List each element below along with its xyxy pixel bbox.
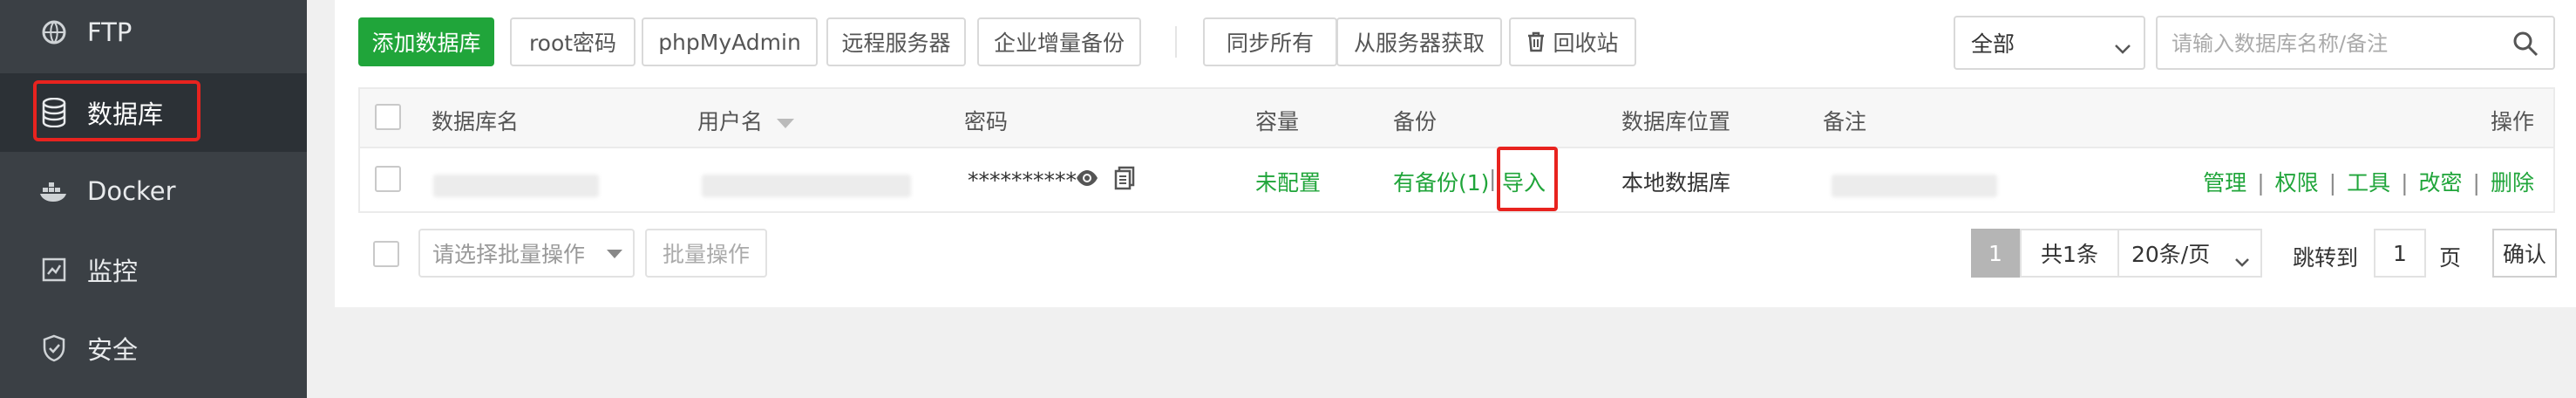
- table-row: ********** 未配置 有备份(1) | 导入 本地数据库 管理 | 权限 | 工…: [360, 148, 2553, 211]
- change-password-link[interactable]: 改密: [2419, 170, 2463, 196]
- page-current[interactable]: 1: [1971, 229, 2020, 278]
- highlight-box: [1497, 147, 1558, 211]
- search-input[interactable]: [2170, 26, 2505, 61]
- trash-icon: [1526, 31, 1546, 52]
- chevron-down-icon: [2234, 248, 2250, 273]
- backup-separator: |: [1489, 166, 1497, 191]
- sidebar-item-security[interactable]: 安全: [0, 309, 307, 388]
- incremental-backup-button[interactable]: 企业增量备份: [977, 17, 1141, 66]
- ftp-icon: [38, 17, 70, 48]
- header-password: 密码: [964, 109, 1009, 134]
- shield-icon: [38, 333, 70, 364]
- delete-link[interactable]: 删除: [2491, 170, 2534, 196]
- row-checkbox[interactable]: [375, 166, 401, 192]
- sidebar-item-label: FTP: [87, 17, 133, 47]
- caret-down-icon: [607, 250, 622, 258]
- jump-page-input[interactable]: 1: [2374, 229, 2426, 278]
- filter-select-value: 全部: [1971, 31, 2015, 57]
- permission-link[interactable]: 权限: [2275, 170, 2319, 196]
- row-actions: 管理 | 权限 | 工具 | 改密 | 删除: [2203, 166, 2534, 197]
- docker-icon: [38, 175, 70, 207]
- search-icon[interactable]: [2511, 30, 2539, 58]
- redacted-note: [1832, 175, 1997, 197]
- sidebar-item-label: 安全: [87, 335, 139, 365]
- recycle-bin-button[interactable]: 回收站: [1509, 17, 1636, 66]
- password-mask: **********: [968, 168, 1077, 193]
- sidebar-item-label: 监控: [87, 257, 139, 286]
- toolbar-divider: [1175, 26, 1177, 58]
- sidebar-item-monitor[interactable]: 监控: [0, 230, 307, 309]
- header-backup: 备份: [1393, 109, 1438, 134]
- chevron-down-icon: [2114, 35, 2131, 60]
- header-location: 数据库位置: [1621, 109, 1731, 134]
- header-capacity: 容量: [1255, 109, 1300, 134]
- header-note: 备注: [1823, 109, 1867, 134]
- page-unit-label: 页: [2439, 245, 2462, 271]
- add-database-button[interactable]: 添加数据库: [358, 17, 494, 66]
- sidebar: FTP 数据库 Docker 监控 安全: [0, 0, 307, 398]
- footer-select-all-checkbox[interactable]: [373, 241, 399, 267]
- batch-operation-placeholder: 请选择批量操作: [432, 242, 586, 267]
- backup-link[interactable]: 有备份(1): [1393, 166, 1489, 197]
- action-separator: |: [2257, 170, 2265, 196]
- capacity-not-configured-link[interactable]: 未配置: [1255, 166, 1321, 197]
- header-name: 数据库名: [432, 109, 520, 134]
- redacted-database-name: [433, 175, 599, 197]
- manage-link[interactable]: 管理: [2203, 170, 2246, 196]
- copy-icon[interactable]: [1114, 166, 1135, 194]
- remote-server-button[interactable]: 远程服务器: [826, 17, 966, 66]
- action-separator: |: [2472, 170, 2480, 196]
- filter-select[interactable]: 全部: [1954, 16, 2145, 70]
- batch-operation-button[interactable]: 批量操作: [645, 229, 767, 278]
- select-all-checkbox[interactable]: [375, 104, 401, 130]
- sidebar-item-ftp[interactable]: FTP: [0, 0, 307, 72]
- database-table: 数据库名 用户名 密码 容量 备份 数据库位置 备注 操作 **********…: [358, 87, 2555, 213]
- confirm-button[interactable]: 确认: [2492, 229, 2557, 278]
- highlight-box: [33, 80, 201, 141]
- root-password-button[interactable]: root密码: [510, 17, 636, 66]
- sidebar-item-label: Docker: [87, 176, 176, 206]
- recycle-bin-label: 回收站: [1553, 31, 1619, 56]
- header-actions: 操作: [2490, 109, 2534, 134]
- per-page-select[interactable]: 20条/页: [2117, 229, 2262, 278]
- sort-caret-icon: [776, 118, 794, 128]
- batch-operation-select[interactable]: 请选择批量操作: [418, 229, 635, 278]
- redacted-username: [702, 175, 911, 197]
- total-count: 共1条: [2020, 229, 2119, 278]
- sync-all-button[interactable]: 同步所有: [1203, 17, 1337, 66]
- sidebar-item-docker[interactable]: Docker: [0, 152, 307, 230]
- eye-icon[interactable]: [1075, 168, 1099, 192]
- location-value: 本地数据库: [1621, 170, 1731, 196]
- table-header: 数据库名 用户名 密码 容量 备份 数据库位置 备注 操作: [360, 89, 2553, 148]
- action-separator: |: [2401, 170, 2409, 196]
- monitor-icon: [38, 254, 70, 285]
- per-page-value: 20条/页: [2131, 242, 2211, 267]
- search-box: [2156, 16, 2555, 70]
- phpmyadmin-button[interactable]: phpMyAdmin: [642, 17, 818, 66]
- jump-label: 跳转到: [2293, 245, 2359, 271]
- header-username[interactable]: 用户名: [697, 105, 794, 136]
- action-separator: |: [2328, 170, 2337, 196]
- tools-link[interactable]: 工具: [2347, 170, 2390, 196]
- fetch-from-server-button[interactable]: 从服务器获取: [1336, 17, 1502, 66]
